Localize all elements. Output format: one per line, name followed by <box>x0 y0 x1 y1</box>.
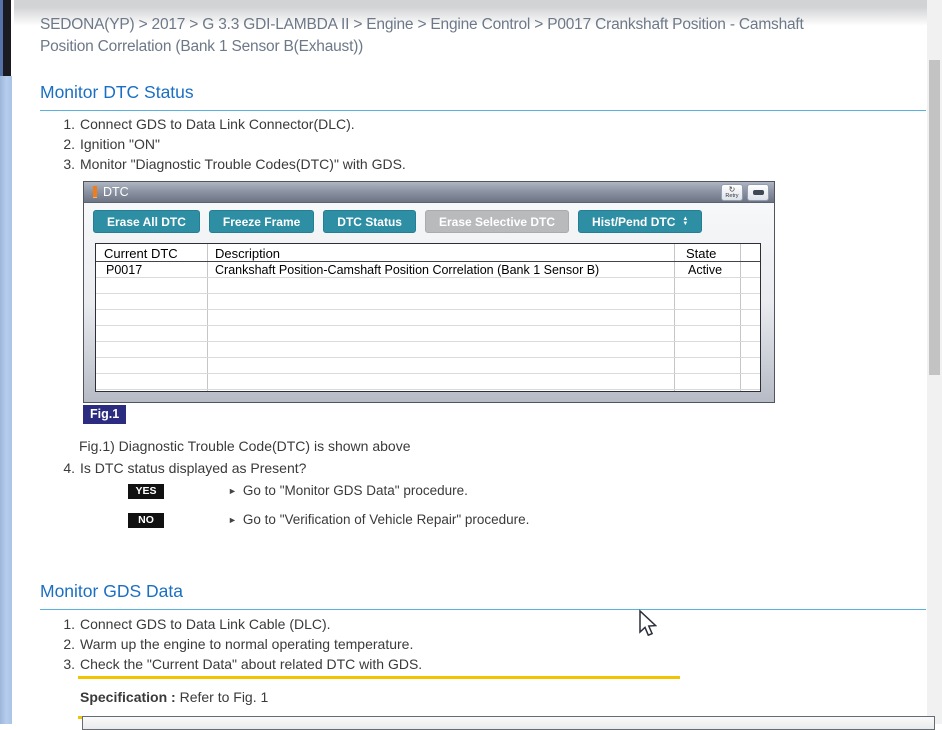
breadcrumb[interactable]: SEDONA(YP) > 2017 > G 3.3 GDI-LAMBDA II … <box>40 14 860 57</box>
decision-action: Go to "Verification of Vehicle Repair" p… <box>242 512 530 527</box>
erase-selective-dtc-button: Erase Selective DTC <box>424 210 570 233</box>
column-header-description: Description <box>215 246 281 261</box>
step-text: Ignition "ON" <box>80 136 160 152</box>
next-figure-preview <box>82 716 935 730</box>
step-item: 2. Ignition "ON" <box>57 134 406 154</box>
dialog-titlebar: DTC ↻ Retry <box>84 182 774 203</box>
table-row-empty <box>96 326 760 342</box>
cell-description: Crankshaft Position-Camshaft Position Co… <box>215 263 600 277</box>
figure-caption: Fig.1) Diagnostic Trouble Code(DTC) is s… <box>79 438 411 454</box>
dtc-status-button[interactable]: DTC Status <box>323 210 416 233</box>
retry-icon-label: Retry <box>725 192 739 199</box>
freeze-frame-button[interactable]: Freeze Frame <box>208 210 315 233</box>
step-text: Monitor "Diagnostic Trouble Codes(DTC)" … <box>80 156 406 172</box>
yes-action-text: ► Go to "Monitor GDS Data" procedure. <box>228 483 468 498</box>
step-number: 2. <box>63 636 75 652</box>
specification-label: Specification : <box>80 689 176 705</box>
step-number: 3. <box>63 656 75 672</box>
section-title-monitor-gds-data: Monitor GDS Data <box>40 581 926 610</box>
yes-badge: YES <box>128 484 164 499</box>
button-label: Erase Selective DTC <box>438 214 556 229</box>
button-label: Hist/Pend DTC <box>592 214 676 229</box>
step-text: Is DTC status displayed as Present? <box>80 460 307 476</box>
specification-value: Refer to Fig. 1 <box>179 689 269 705</box>
button-label: DTC Status <box>337 214 402 229</box>
figure-label-badge: Fig.1 <box>83 405 127 424</box>
table-header-row: Current DTC Description State <box>96 244 760 262</box>
dtc-dialog-figure: DTC ↻ Retry Erase All DTC Freeze Frame D… <box>83 181 775 403</box>
arrow-bullet-icon: ► <box>228 515 237 525</box>
left-panel-scrollbar[interactable] <box>0 76 12 724</box>
no-badge: NO <box>128 513 164 528</box>
step-number: 1. <box>63 616 75 632</box>
service-manual-page: SEDONA(YP) > 2017 > G 3.3 GDI-LAMBDA II … <box>0 0 942 730</box>
button-label: Freeze Frame <box>222 214 301 229</box>
step-text: Warm up the engine to normal operating t… <box>80 636 414 652</box>
specification-block: Specification : Refer to Fig. 1 <box>78 676 680 719</box>
vertical-scrollbar-track[interactable] <box>927 0 942 724</box>
minimize-button[interactable] <box>747 183 769 201</box>
step-number: 3. <box>63 156 75 172</box>
monitor-gds-steps: 1. Connect GDS to Data Link Cable (DLC).… <box>57 614 422 674</box>
step-item: 2. Warm up the engine to normal operatin… <box>57 634 422 654</box>
cell-state: Active <box>688 263 723 277</box>
step-text: Connect GDS to Data Link Connector(DLC). <box>80 116 355 132</box>
step-number: 4. <box>63 460 75 476</box>
mouse-cursor <box>639 609 657 637</box>
step-item: 1. Connect GDS to Data Link Connector(DL… <box>57 114 406 134</box>
step-item: 4. Is DTC status displayed as Present? <box>57 458 306 478</box>
spinner-arrows-icon[interactable]: ▲ ▼ <box>682 216 689 227</box>
table-row[interactable]: P0017 Crankshaft Position-Camshaft Posit… <box>96 262 760 278</box>
erase-all-dtc-button[interactable]: Erase All DTC <box>93 210 200 233</box>
step-text: Check the "Current Data" about related D… <box>80 656 423 672</box>
button-label: Erase All DTC <box>107 214 186 229</box>
hist-pend-dtc-button[interactable]: Hist/Pend DTC ▲ ▼ <box>578 210 703 233</box>
table-row-empty <box>96 374 760 390</box>
column-header-state: State <box>686 246 717 261</box>
dialog-button-row: Erase All DTC Freeze Frame DTC Status Er… <box>84 203 774 233</box>
step-item: 3. Monitor "Diagnostic Trouble Codes(DTC… <box>57 154 406 174</box>
no-action-text: ► Go to "Verification of Vehicle Repair" … <box>228 512 529 527</box>
step-text: Connect GDS to Data Link Cable (DLC). <box>80 616 331 632</box>
table-row-empty <box>96 358 760 374</box>
retry-icon: ↻ <box>728 184 736 194</box>
minimize-icon <box>752 189 764 195</box>
left-panel-edge-top <box>0 0 11 76</box>
table-row-empty <box>96 278 760 294</box>
step-number: 2. <box>63 136 75 152</box>
arrow-bullet-icon: ► <box>228 486 237 496</box>
table-row-empty <box>96 342 760 358</box>
table-row-empty <box>96 294 760 310</box>
step-item: 3. Check the "Current Data" about relate… <box>57 654 422 674</box>
dialog-titlebar-icons: ↻ Retry <box>721 183 769 201</box>
cell-current-dtc: P0017 <box>106 263 143 277</box>
section-title-monitor-dtc-status: Monitor DTC Status <box>40 82 926 111</box>
dtc-table: Current DTC Description State P0017 Cran… <box>95 243 761 392</box>
monitor-dtc-steps: 1. Connect GDS to Data Link Connector(DL… <box>57 114 406 174</box>
step-number: 1. <box>63 116 75 132</box>
column-header-current-dtc: Current DTC <box>104 246 178 261</box>
retry-button[interactable]: ↻ Retry <box>721 183 743 201</box>
decision-action: Go to "Monitor GDS Data" procedure. <box>242 483 468 498</box>
step-item: 1. Connect GDS to Data Link Cable (DLC). <box>57 614 422 634</box>
dialog-title: DTC <box>103 185 129 199</box>
spinner-down-icon: ▼ <box>682 220 689 227</box>
vertical-scrollbar-thumb[interactable] <box>929 60 940 375</box>
table-row-empty <box>96 310 760 326</box>
dialog-bullet-icon <box>93 186 97 198</box>
